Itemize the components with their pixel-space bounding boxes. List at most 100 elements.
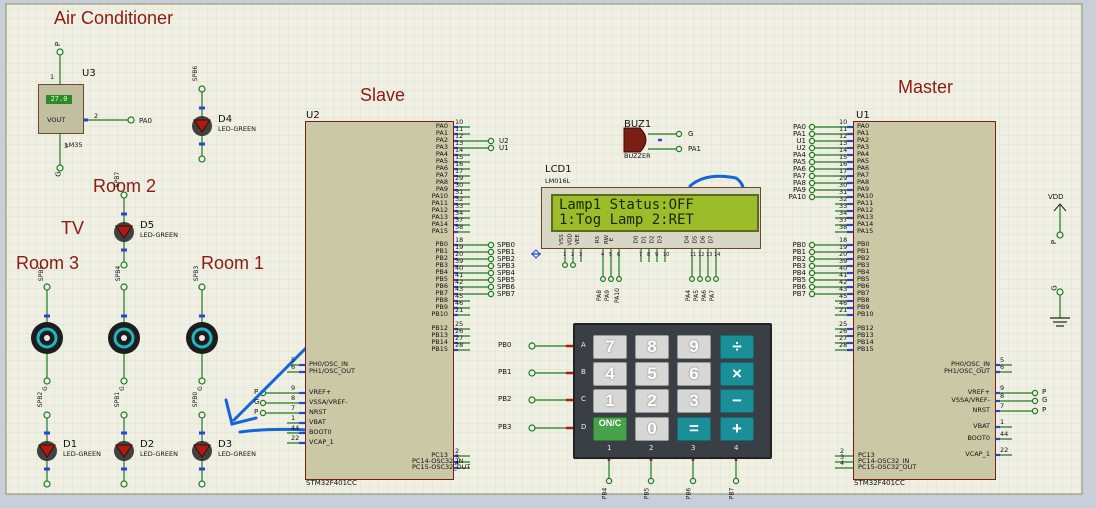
- keypad-key-multiply[interactable]: ×: [720, 362, 754, 386]
- lcd-pin-name: D4: [684, 235, 691, 244]
- slave-pin-name: VCAP_1: [309, 438, 334, 446]
- keypad-row-label: D: [581, 423, 587, 431]
- keypad-key-4[interactable]: 4: [593, 362, 627, 386]
- slave-pin-name: NRST: [309, 408, 327, 416]
- master-model: STM32F401CC: [854, 479, 905, 487]
- sensor-pin3: 3: [64, 142, 69, 150]
- keypad-key-9[interactable]: 9: [677, 335, 711, 359]
- slave-left-net: G: [254, 398, 260, 406]
- master-pin-name: VBAT: [973, 422, 990, 430]
- tv-heading: TV: [61, 218, 85, 238]
- keypad-key-1[interactable]: 1: [593, 389, 627, 413]
- lcd-pin-name: D0: [633, 235, 640, 244]
- slave-pin-name: PC15-OSC32_OUT: [412, 463, 471, 471]
- master-heading: Master: [898, 77, 954, 97]
- led-ref: D5: [140, 220, 155, 231]
- lcd-net-label: PA8: [596, 289, 604, 302]
- slave-pin-name: PB15: [431, 345, 448, 353]
- keypad-col-net: PB7: [728, 487, 736, 500]
- slave-left-net: P: [254, 408, 259, 416]
- slave-pin-number: 9: [291, 384, 296, 392]
- slave-pin-number: 6: [291, 363, 296, 371]
- lcd-pin-name: VEE: [574, 234, 581, 245]
- slave-left-net: P: [254, 388, 259, 396]
- keypad-key-7[interactable]: 7: [593, 335, 627, 359]
- lcd-pin-name: D6: [700, 235, 707, 244]
- lcd-pin-name: D7: [708, 235, 715, 244]
- keypad-key-2[interactable]: 2: [635, 389, 669, 413]
- lcd-ref: LCD1: [545, 164, 572, 175]
- slave-pin-number: 44: [291, 424, 300, 432]
- keypad-key-minus[interactable]: −: [720, 389, 754, 413]
- lcd-pin-number: 13: [706, 252, 713, 258]
- led-type: LED-GREEN: [218, 450, 256, 458]
- motor-fan-icon: [31, 322, 63, 354]
- lcd-pin-number: 8: [647, 252, 651, 258]
- led-net-label: SPB7: [114, 171, 122, 188]
- master-pin-name: PA15: [857, 227, 874, 235]
- keypad-key-0[interactable]: 0: [635, 417, 669, 441]
- keypad-row-net: PB2: [498, 395, 512, 403]
- slave-pin-number: 4: [455, 459, 460, 467]
- lcd-pin-name: VSS: [558, 234, 565, 245]
- motor-net-label: SPB5: [38, 265, 46, 282]
- slave-pin-number: 28: [455, 341, 464, 349]
- master-right-net: G: [1042, 396, 1048, 404]
- buzzer-type: BUZZER: [624, 152, 651, 160]
- schematic-canvas[interactable]: Air Conditioner Slave Master Room 2 TV R…: [0, 0, 1096, 508]
- room3-heading: Room 3: [16, 253, 80, 273]
- vdd-label: VDD: [1048, 193, 1064, 201]
- slave-model: STM32F401CC: [306, 479, 357, 487]
- room1-heading: Room 1: [201, 253, 265, 273]
- keypad-key-plus[interactable]: +: [720, 417, 754, 441]
- sensor-ref: U3: [82, 68, 96, 79]
- led-net-label: SPB6: [192, 65, 200, 82]
- buzzer-icon: [623, 127, 647, 153]
- keypad-key-divide[interactable]: ÷: [720, 335, 754, 359]
- slave-pin-number: 22: [291, 434, 300, 442]
- keypad-row-net: PB0: [498, 341, 512, 349]
- slave-heading: Slave: [360, 85, 406, 105]
- lcd-pin-number: 1: [563, 252, 567, 258]
- motor-gnd-label: G: [118, 386, 126, 391]
- keypad-row-label: A: [581, 341, 586, 349]
- lcd-pin-number: 7: [639, 252, 643, 258]
- sensor-display: 27.0: [46, 95, 72, 104]
- lcd-pin-number: 14: [714, 252, 721, 258]
- lcd-pin-number: 10: [663, 252, 670, 258]
- master-pin-name: VREF+: [967, 388, 990, 396]
- slave-net-label: U1: [499, 144, 509, 152]
- keypad-key-3[interactable]: 3: [677, 389, 711, 413]
- lcd-pin-number: 9: [655, 252, 659, 258]
- keypad-key-5[interactable]: 5: [635, 362, 669, 386]
- master-pin-number: 44: [1000, 430, 1009, 438]
- keypad-key-equals[interactable]: =: [677, 417, 711, 441]
- sensor-pin1: 1: [50, 73, 55, 81]
- room2-heading: Room 2: [93, 176, 157, 196]
- lcd-screen: Lamp1 Status:OFF 1:Tog Lamp 2:RET: [551, 194, 759, 232]
- keypad-key-6[interactable]: 6: [677, 362, 711, 386]
- sensor-net-label: PA0: [139, 117, 153, 125]
- led-type: LED-GREEN: [140, 231, 178, 239]
- sensor-gnd-label: G: [54, 171, 63, 177]
- led-net-label: SPB0: [192, 391, 200, 408]
- keypad-row-label: B: [581, 368, 586, 376]
- motor-fan-icon: [108, 322, 140, 354]
- keypad-col-label: 4: [734, 444, 739, 452]
- master-pin-number: 28: [839, 341, 848, 349]
- master-net-label: PB7: [792, 290, 806, 298]
- keypad-row-net: PB3: [498, 423, 512, 431]
- lm35-sensor[interactable]: [38, 84, 84, 134]
- buzzer-net-g: G: [688, 130, 694, 138]
- keypad-col-net: PB5: [643, 487, 651, 500]
- led-type: LED-GREEN: [63, 450, 101, 458]
- led-type: LED-GREEN: [140, 450, 178, 458]
- lcd-net-label: PA7: [709, 289, 717, 302]
- led-type: LED-GREEN: [218, 125, 256, 133]
- lcd-pin-number: 12: [698, 252, 705, 258]
- master-pin-name: PB15: [857, 345, 874, 353]
- slave-pin-name: PB10: [431, 310, 448, 318]
- keypad-key-on-c[interactable]: ON/C: [593, 417, 627, 441]
- keypad-key-8[interactable]: 8: [635, 335, 669, 359]
- master-pin-name: PB10: [857, 310, 874, 318]
